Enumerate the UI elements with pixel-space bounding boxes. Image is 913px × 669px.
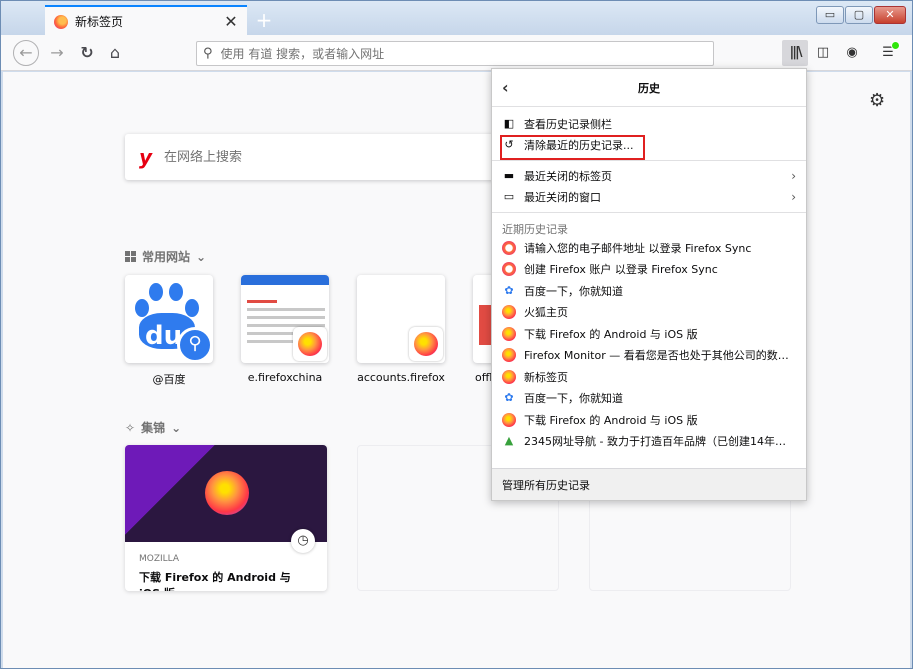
minimize-button[interactable]: ▭ xyxy=(816,6,844,24)
top-site-thumbnail: du ⚲ ✎ xyxy=(125,275,213,363)
divider xyxy=(492,212,806,213)
firefox-account-icon xyxy=(502,240,516,255)
search-icon: ⚲ xyxy=(203,46,213,61)
firefox-icon xyxy=(502,326,516,341)
highlights-title: 集锦 xyxy=(141,421,166,435)
baidu-icon: ✿ xyxy=(504,391,514,405)
manage-history-button[interactable]: 管理所有历史记录 xyxy=(492,468,806,500)
grid-icon xyxy=(125,251,136,262)
url-input[interactable] xyxy=(220,46,713,61)
recent-history-label: 近期历史记录 xyxy=(502,223,568,236)
top-site-thumbnail xyxy=(357,275,445,363)
account-icon[interactable]: ◉ xyxy=(839,40,865,66)
tab-title: 新标签页 xyxy=(75,15,124,29)
recently-closed-tabs-item[interactable]: ▬ 最近关闭的标签页 › xyxy=(492,165,806,187)
history-panel-header: ‹ 历史 xyxy=(492,69,806,107)
history-item[interactable]: 创建 Firefox 账户 以登录 Firefox Sync xyxy=(492,259,806,281)
history-item[interactable]: 火狐主页 xyxy=(492,302,806,324)
maximize-button[interactable]: ▢ xyxy=(845,6,873,24)
top-site-label: @百度 xyxy=(152,373,186,386)
chevron-down-icon: ⌄ xyxy=(196,249,207,264)
tab-icon: ▬ xyxy=(503,168,515,182)
clock-icon: ◷ xyxy=(291,529,315,553)
firefox-account-icon xyxy=(502,262,516,277)
menu-item-label: 最近关闭的窗口 xyxy=(524,191,601,205)
card-source: MOZILLA xyxy=(139,554,180,564)
chevron-right-icon: › xyxy=(791,190,796,205)
sidebar-icon[interactable]: ◫ xyxy=(810,40,836,66)
card-title: 下载 Firefox 的 Android 与 iOS 版 xyxy=(139,571,291,591)
history-item[interactable]: 新标签页 xyxy=(492,366,806,388)
close-tab-icon[interactable]: ✕ xyxy=(221,12,241,31)
search-icon: ⚲ xyxy=(177,327,213,363)
clear-recent-history-item[interactable]: ↺ 清除最近的历史记录... xyxy=(492,134,806,160)
2345-icon: ▲ xyxy=(504,434,514,448)
tab-new-tab[interactable]: 新标签页 ✕ xyxy=(45,5,247,36)
manage-history-label: 管理所有历史记录 xyxy=(502,478,590,492)
update-badge-icon xyxy=(891,41,900,50)
history-item[interactable]: 下载 Firefox 的 Android 与 iOS 版 xyxy=(492,409,806,431)
firefox-icon xyxy=(502,412,516,427)
home-icon[interactable]: ⌂ xyxy=(103,41,127,65)
titlebar: 新标签页 ✕ + ▭ ▢ ✕ xyxy=(1,1,912,36)
firefox-icon xyxy=(502,369,516,384)
view-history-sidebar-item[interactable]: ◧ 查看历史记录侧栏 xyxy=(492,113,806,135)
baidu-icon: ✿ xyxy=(504,283,514,297)
highlights-header[interactable]: ✧ 集锦 ⌄ xyxy=(125,419,181,436)
highlight-card[interactable]: ◷ MOZILLA 下载 Firefox 的 Android 与 iOS 版 xyxy=(125,445,327,591)
history-item[interactable]: 请输入您的电子邮件地址 以登录 Firefox Sync xyxy=(492,237,806,259)
firefox-icon xyxy=(54,14,68,29)
forward-icon[interactable]: → xyxy=(45,41,69,65)
navigation-toolbar: ← → ↻ ⌂ ⚲ |||\ ◫ ◉ ☰ xyxy=(1,35,912,71)
highlights-icon: ✧ xyxy=(125,420,136,435)
sidebar-icon: ◧ xyxy=(503,116,515,130)
library-icon[interactable]: |||\ xyxy=(782,40,808,66)
new-tab-button[interactable]: + xyxy=(253,8,275,32)
firefox-account-icon xyxy=(409,327,443,361)
firefox-icon xyxy=(502,348,516,363)
top-site-baidu[interactable]: du ⚲ ✎ @百度 xyxy=(125,275,213,387)
youdao-logo-icon: y xyxy=(139,145,153,169)
firefox-logo-icon xyxy=(205,471,249,515)
browser-window: 新标签页 ✕ + ▭ ▢ ✕ ← → ↻ ⌂ ⚲ |||\ ◫ ◉ ☰ ⚙ y … xyxy=(0,0,913,669)
url-bar[interactable]: ⚲ xyxy=(196,41,714,66)
top-site-label: e.firefoxchina xyxy=(247,371,323,384)
history-panel-title: 历史 xyxy=(638,81,660,95)
top-site-label: accounts.firefox xyxy=(357,371,445,384)
history-item[interactable]: ▲ 2345网址导航 - 致力于打造百年品牌（已创建14年零3... xyxy=(492,431,806,453)
recently-closed-windows-item[interactable]: ▭ 最近关闭的窗口 › xyxy=(492,187,806,209)
top-sites-title: 常用网站 xyxy=(142,250,191,264)
top-site-firefoxchina[interactable]: e.firefoxchina xyxy=(241,275,329,384)
chevron-down-icon: ⌄ xyxy=(171,420,182,435)
close-window-button[interactable]: ✕ xyxy=(874,6,906,24)
window-icon: ▭ xyxy=(503,190,515,204)
history-item[interactable]: ✿ 百度一下，你就知道 xyxy=(492,388,806,410)
window-controls: ▭ ▢ ✕ xyxy=(816,6,906,24)
history-item[interactable]: Firefox Monitor — 看看您是否也处于其他公司的数据... xyxy=(492,345,806,367)
top-site-thumbnail xyxy=(241,275,329,363)
history-item[interactable]: ✿ 百度一下，你就知道 xyxy=(492,280,806,302)
history-item[interactable]: 下载 Firefox 的 Android 与 iOS 版 xyxy=(492,323,806,345)
firefox-icon xyxy=(293,327,327,361)
chevron-right-icon: › xyxy=(791,168,796,183)
highlight-box xyxy=(500,134,645,160)
menu-icon[interactable]: ☰ xyxy=(875,40,901,66)
menu-item-label: 查看历史记录侧栏 xyxy=(524,117,612,131)
gear-icon[interactable]: ⚙ xyxy=(869,90,885,111)
history-panel: ‹ 历史 ◧ 查看历史记录侧栏 ↺ 清除最近的历史记录... ▬ 最近关闭的标签… xyxy=(491,68,807,501)
divider xyxy=(492,160,806,161)
back-arrow-icon[interactable]: ‹ xyxy=(502,78,509,97)
firefox-icon xyxy=(502,305,516,320)
back-icon[interactable]: ← xyxy=(13,40,39,66)
top-site-accounts-firefox[interactable]: accounts.firefox xyxy=(357,275,445,384)
card-image xyxy=(125,445,327,542)
menu-item-label: 最近关闭的标签页 xyxy=(524,169,612,183)
top-sites-header[interactable]: 常用网站 ⌄ xyxy=(125,248,206,265)
reload-icon[interactable]: ↻ xyxy=(75,41,99,65)
